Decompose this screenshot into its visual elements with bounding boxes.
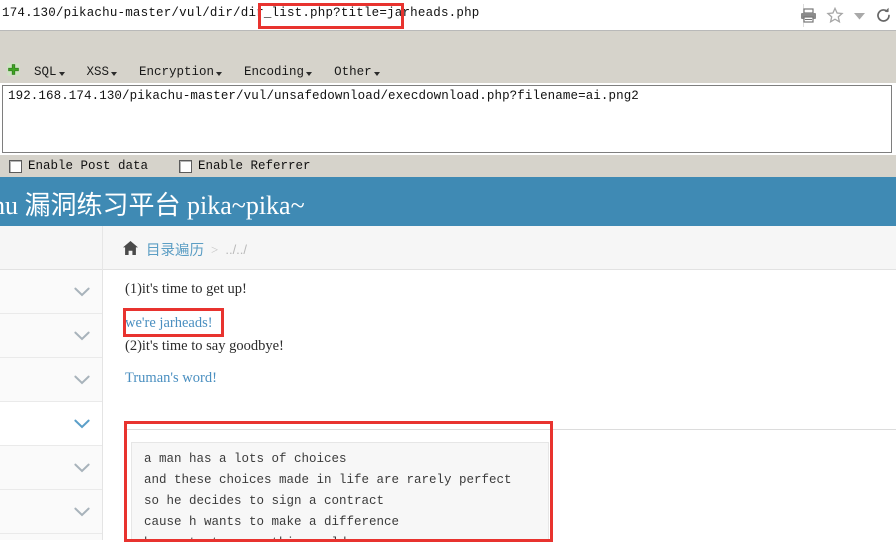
- chevron-down-icon: [58, 71, 65, 76]
- trumans-word-link[interactable]: Truman's word!: [125, 370, 217, 387]
- menu-other[interactable]: Other: [334, 65, 380, 79]
- sidebar-item-5[interactable]: [0, 446, 102, 490]
- chevron-down-icon: [74, 462, 90, 478]
- menu-encryption[interactable]: Encryption: [139, 64, 223, 79]
- breadcrumb: 目录遍历 > ../../: [122, 239, 247, 260]
- breadcrumb-separator: >: [211, 241, 219, 257]
- enable-post-data-checkbox[interactable]: [9, 159, 22, 173]
- menu-sql-label: SQL: [34, 64, 57, 79]
- home-icon[interactable]: [122, 240, 139, 260]
- chevron-down-icon: [111, 71, 118, 76]
- hackbar-url-value: 192.168.174.130/pikachu-master/vul/unsaf…: [8, 89, 639, 103]
- sidebar-nav: ripting: [0, 270, 103, 540]
- content-line-1: (1)it's time to get up!: [125, 281, 247, 297]
- printer-icon[interactable]: [800, 8, 817, 23]
- content-line-2: (2)it's time to say goodbye!: [125, 338, 284, 354]
- hackbar-url-textarea[interactable]: 192.168.174.130/pikachu-master/vul/unsaf…: [2, 85, 892, 153]
- star-icon[interactable]: [826, 7, 844, 24]
- sidebar-item-6[interactable]: [0, 490, 102, 534]
- content-divider: [125, 429, 896, 430]
- menu-other-label: Other: [334, 64, 372, 79]
- menu-xss[interactable]: XSS: [87, 65, 118, 79]
- reload-icon[interactable]: [875, 7, 892, 24]
- chevron-down-icon[interactable]: [853, 11, 866, 21]
- hackbar-toolbar: SQL XSS Encryption Encoding Other: [0, 31, 896, 83]
- breadcrumb-bar: 目录遍历 > ../../: [0, 226, 896, 270]
- green-plus-icon[interactable]: [7, 63, 20, 80]
- browser-url-bar[interactable]: 174.130/pikachu-master/vul/dir/dir_list.…: [0, 0, 896, 31]
- enable-referrer-checkbox[interactable]: [179, 159, 193, 173]
- chevron-down-icon: [306, 71, 313, 76]
- chevron-down-icon: [74, 286, 90, 302]
- breadcrumb-divider: [102, 226, 103, 270]
- chevron-down-icon: [74, 418, 90, 434]
- hackbar-options-row: Enable Post data Enable Referrer: [0, 155, 896, 177]
- chevron-down-icon: [74, 374, 90, 390]
- code-block-text: a man has a lots of choices and these ch…: [144, 452, 512, 539]
- breadcrumb-section[interactable]: 目录遍历: [146, 239, 204, 260]
- chevron-down-icon: [74, 506, 90, 522]
- page-title: hu 漏洞练习平台 pika~pika~: [0, 191, 305, 220]
- chevron-down-icon: [216, 71, 223, 76]
- code-block: a man has a lots of choices and these ch…: [131, 442, 549, 540]
- enable-post-data-option[interactable]: Enable Post data: [9, 159, 148, 173]
- breadcrumb-current: ../../: [225, 242, 248, 257]
- site-header: hu 漏洞练习平台 pika~pika~: [0, 177, 896, 226]
- chevron-down-icon: [373, 71, 380, 76]
- hackbar-menu-row: SQL XSS Encryption Encoding Other: [0, 60, 896, 83]
- chevron-down-icon: [74, 330, 90, 346]
- menu-xss-label: XSS: [86, 64, 110, 79]
- jarheads-link[interactable]: we're jarheads!: [125, 315, 213, 332]
- main-content: (1)it's time to get up! we're jarheads! …: [103, 270, 896, 540]
- sidebar-item-2[interactable]: ripting: [0, 314, 102, 358]
- sidebar-item-4-active[interactable]: [0, 402, 102, 446]
- enable-referrer-label: Enable Referrer: [198, 159, 311, 173]
- enable-post-data-label: Enable Post data: [28, 159, 149, 173]
- url-text[interactable]: 174.130/pikachu-master/vul/dir/dir_list.…: [2, 6, 479, 20]
- menu-sql[interactable]: SQL: [34, 65, 65, 79]
- sidebar-item-3[interactable]: [0, 358, 102, 402]
- menu-encoding-label: Encoding: [244, 64, 305, 79]
- menu-encryption-label: Encryption: [139, 64, 215, 79]
- url-bar-icons: [800, 0, 892, 31]
- menu-encoding[interactable]: Encoding: [244, 64, 313, 79]
- browser-window: 174.130/pikachu-master/vul/dir/dir_list.…: [0, 0, 896, 542]
- sidebar-item-1[interactable]: [0, 270, 102, 314]
- enable-referrer-option[interactable]: Enable Referrer: [179, 159, 311, 173]
